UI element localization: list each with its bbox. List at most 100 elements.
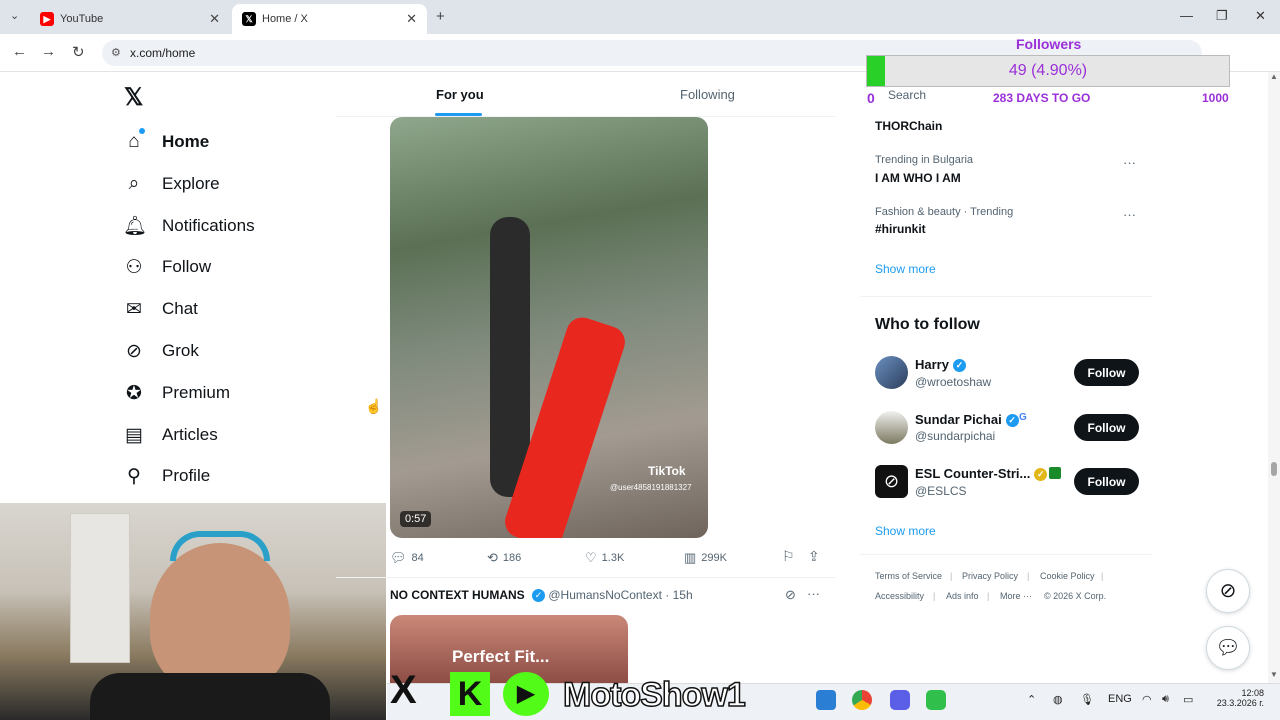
esl-logo-icon[interactable]: ⊘ — [875, 465, 908, 498]
video-figure — [490, 217, 530, 497]
site-info-icon[interactable]: ⚙ — [111, 46, 121, 59]
nav-notifications[interactable]: 🔔︎ Notifications — [123, 211, 255, 241]
divider — [336, 577, 836, 578]
repost-button[interactable]: ⟲ 186 — [487, 550, 521, 566]
user-handle[interactable]: @ESLCS — [915, 484, 967, 498]
clock[interactable]: 12:08 23.3.2026 г. — [1212, 688, 1264, 708]
follower-progress-bar: 49 (4.90%) — [866, 55, 1230, 87]
user-name[interactable]: Harry ✓ — [915, 357, 966, 373]
more-options-icon[interactable]: ··· — [1123, 155, 1136, 170]
trend-title[interactable]: #hirunkit — [875, 222, 926, 236]
user-name[interactable]: Sundar Pichai ✓ G — [915, 412, 1027, 428]
follower-progress-text: 49 (4.90%) — [1008, 62, 1088, 79]
headset-icon — [170, 531, 270, 561]
wifi-icon[interactable]: ◠ — [1142, 693, 1152, 706]
post-author[interactable]: NO CONTEXT HUMANS — [390, 588, 525, 602]
home-icon: ⌂ — [128, 131, 140, 152]
close-window-icon[interactable]: ✕ — [1255, 8, 1266, 24]
footer-link[interactable]: Privacy Policy — [962, 571, 1018, 581]
footer-link[interactable]: Terms of Service — [875, 571, 942, 581]
user-name[interactable]: ESL Counter-Stri... ✓ — [915, 466, 1061, 482]
view-count: 299K — [701, 552, 727, 564]
post-header: NO CONTEXT HUMANS ✓ @HumansNoContext · 1… — [390, 588, 693, 603]
nav-label: Grok — [162, 341, 199, 360]
nav-explore[interactable]: ⌕ Explore — [123, 169, 220, 199]
battery-icon[interactable]: ▭ — [1183, 693, 1193, 706]
maximize-icon[interactable]: ❐ — [1216, 8, 1228, 24]
overlay-goal: 1000 — [1202, 91, 1229, 105]
person-icon: ⚲ — [127, 465, 141, 487]
volume-icon[interactable]: 🔊︎ — [1162, 693, 1169, 706]
grok-icon: ⊘ — [126, 340, 142, 362]
tab-following[interactable]: Following — [680, 87, 735, 102]
user-name-text: Harry — [915, 357, 949, 372]
reply-button[interactable]: 💬︎ 84 — [390, 550, 424, 566]
forward-icon[interactable]: → — [41, 43, 56, 60]
follow-button[interactable]: Follow — [1074, 414, 1139, 441]
tab-list-chevron-icon[interactable]: ⌄ — [10, 9, 19, 22]
close-tab-icon[interactable]: ✕ — [406, 11, 417, 27]
scrollbar-thumb[interactable] — [1271, 462, 1277, 476]
reload-icon[interactable]: ↻ — [72, 43, 85, 61]
user-handle[interactable]: @wroetoshaw — [915, 375, 991, 389]
nav-profile[interactable]: ⚲ Profile — [123, 461, 210, 491]
x-logo-icon[interactable]: 𝕏 — [124, 83, 143, 112]
who-to-follow-title: Who to follow — [875, 316, 980, 333]
follow-button[interactable]: Follow — [1074, 359, 1139, 386]
chrome-taskbar-icon[interactable] — [852, 690, 872, 710]
post-image[interactable]: Perfect Fit... — [390, 615, 628, 683]
footer-link[interactable]: Accessibility — [875, 591, 924, 601]
nav-chat[interactable]: ✉ Chat — [123, 294, 198, 324]
close-tab-icon[interactable]: ✕ — [209, 11, 220, 27]
tab-for-you[interactable]: For you — [436, 87, 484, 102]
like-button[interactable]: ♡ 1.3K — [585, 550, 624, 566]
more-options-icon[interactable]: ··· — [1123, 207, 1136, 222]
nav-home[interactable]: ⌂ Home — [123, 127, 209, 157]
follow-button[interactable]: Follow — [1074, 468, 1139, 495]
minimize-icon[interactable]: — — [1180, 8, 1193, 23]
grok-fab-icon[interactable]: ⊘ — [1206, 569, 1250, 613]
new-tab-icon[interactable]: + — [436, 8, 445, 25]
scroll-up-icon[interactable]: ▲ — [1270, 72, 1278, 81]
tray-chevron-icon[interactable]: ⌃ — [1027, 693, 1036, 706]
post-handle[interactable]: @HumansNoContext — [548, 588, 662, 602]
avatar[interactable] — [875, 411, 908, 444]
nav-grok[interactable]: ⊘ Grok — [123, 336, 199, 366]
microphone-icon[interactable]: 🎙︎ — [1080, 693, 1094, 706]
share-icon[interactable]: ⇪ — [808, 548, 820, 565]
webcam-overlay — [0, 503, 386, 720]
avatar[interactable] — [875, 356, 908, 389]
footer-link[interactable]: Ads info — [946, 591, 979, 601]
user-handle[interactable]: @sundarpichai — [915, 429, 995, 443]
post-image-text: Perfect Fit... — [452, 647, 550, 666]
nav-follow[interactable]: ⚇ Follow — [123, 252, 211, 282]
scrollbar[interactable]: ▲ ▼ — [1268, 72, 1280, 683]
taskbar-app-icon[interactable] — [926, 690, 946, 710]
chat-fab-icon[interactable]: 💬︎ — [1206, 626, 1250, 670]
footer-link[interactable]: More ··· — [1000, 591, 1032, 601]
footer-link[interactable]: Cookie Policy — [1040, 571, 1095, 581]
post-time[interactable]: · 15h — [665, 588, 692, 602]
nav-premium[interactable]: ✪ Premium — [123, 378, 230, 408]
heart-icon: ♡ — [585, 550, 597, 565]
post-video[interactable]: TikTok @user4858191881327 0:57 — [390, 117, 708, 538]
trend-title[interactable]: THORChain — [875, 119, 942, 133]
scroll-down-icon[interactable]: ▼ — [1270, 670, 1278, 679]
grok-post-icon[interactable]: ⊘ — [785, 587, 796, 603]
footer-separator: | — [950, 571, 953, 581]
taskbar-app-icon[interactable] — [890, 690, 910, 710]
more-options-icon[interactable]: ··· — [807, 586, 820, 601]
tab-x-home[interactable]: 𝕏 Home / X ✕ — [232, 4, 427, 34]
views-button[interactable]: ▥ 299K — [684, 550, 727, 566]
tray-app-icon[interactable]: ◍ — [1053, 693, 1063, 706]
trend-title[interactable]: I AM WHO I AM — [875, 171, 961, 185]
nav-articles[interactable]: ▤ Articles — [123, 420, 218, 450]
taskbar-app-icon[interactable] — [816, 690, 836, 710]
back-icon[interactable]: ← — [12, 43, 27, 60]
bookmark-icon[interactable]: ⚐ — [782, 548, 795, 565]
trends-show-more[interactable]: Show more — [875, 262, 936, 276]
language-indicator[interactable]: ENG — [1108, 693, 1132, 705]
tab-youtube[interactable]: ▶ YouTube ✕ — [30, 4, 230, 34]
who-to-follow-show-more[interactable]: Show more — [875, 524, 936, 538]
nav-label: Articles — [162, 425, 218, 444]
